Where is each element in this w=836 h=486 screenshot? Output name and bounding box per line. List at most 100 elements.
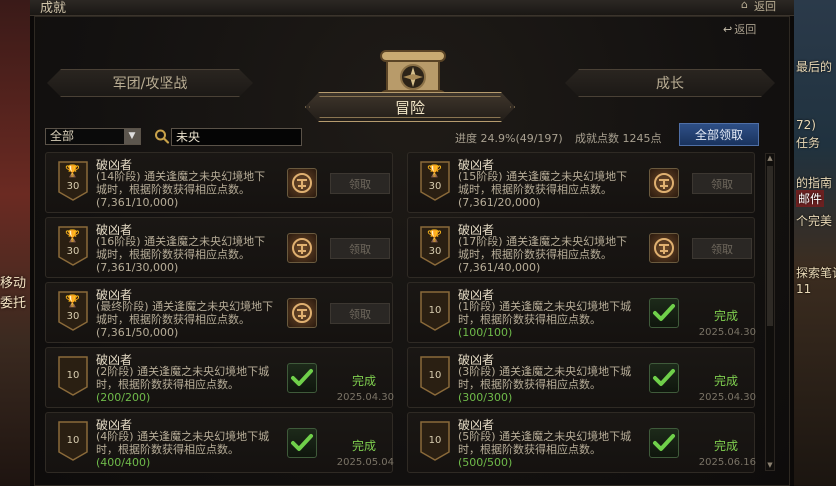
achievement-progress: (400/400) bbox=[96, 456, 151, 469]
tab-adventure[interactable]: 冒险 bbox=[305, 92, 515, 122]
scrollbar[interactable]: ▲ ▼ bbox=[765, 153, 775, 471]
achievement-card: 10 破凶者 (2阶段) 通关逢魔之未央幻境地下城时，根据阶数获得相应点数。 (200… bbox=[45, 347, 394, 408]
window-titlebar: 成就 ⌂ 返回 bbox=[30, 0, 794, 16]
return-icon: ↩ bbox=[723, 23, 733, 36]
medal-badge-icon: 🏆 30 bbox=[420, 226, 450, 266]
claim-all-button[interactable]: 全部领取 bbox=[679, 123, 759, 146]
search-icon bbox=[154, 128, 170, 145]
achievement-description: (4阶段) 通关逢魔之未央幻境地下城时，根据阶数获得相应点数。 bbox=[96, 430, 270, 456]
trophy-icon: 🏆 bbox=[65, 229, 80, 243]
category-filter-select[interactable]: 全部 ▼ bbox=[45, 128, 141, 145]
achievement-card: 🏆 30 破凶者 (15阶段) 通关逢魔之未央幻境地下城时，根据阶数获得相应点数。 (7… bbox=[407, 152, 755, 213]
achievement-progress: (300/300) bbox=[458, 391, 513, 404]
medal-badge-icon: 10 bbox=[420, 291, 450, 331]
achievement-progress: (100/100) bbox=[458, 326, 513, 339]
tab-legion[interactable]: 军团/攻坚战 bbox=[47, 69, 253, 97]
background-text: 委托 bbox=[0, 296, 27, 311]
claim-button[interactable]: 领取 bbox=[692, 238, 752, 259]
back-label: 返回 bbox=[734, 23, 757, 36]
completion-date: 2025.05.04 bbox=[336, 457, 394, 468]
chevron-down-icon[interactable]: ▼ bbox=[124, 129, 140, 144]
trophy-icon: 🏆 bbox=[427, 229, 442, 243]
back-button[interactable]: ↩ 返回 bbox=[723, 21, 756, 37]
achievement-progress: (7,361/20,000) bbox=[458, 196, 541, 209]
status-complete: 完成 bbox=[351, 439, 376, 453]
medal-points: 10 bbox=[66, 435, 80, 446]
completion-date: 2025.06.16 bbox=[698, 457, 756, 468]
completion-date: 2025.04.30 bbox=[698, 392, 756, 403]
status-complete: 完成 bbox=[713, 309, 738, 323]
reward-emblem-icon[interactable] bbox=[649, 233, 679, 263]
window-title: 成就 bbox=[40, 1, 67, 16]
status-complete: 完成 bbox=[351, 374, 376, 388]
claim-button[interactable]: 领取 bbox=[692, 173, 752, 194]
medal-badge-icon: 🏆 30 bbox=[58, 291, 88, 331]
achievement-progress: (7,361/30,000) bbox=[96, 261, 179, 274]
achievement-points: 成就点数 1245点 bbox=[575, 132, 662, 145]
tab-growth[interactable]: 成长 bbox=[565, 69, 775, 97]
medal-badge-icon: 10 bbox=[420, 356, 450, 396]
progress-text: 进度 24.9%(49/197) bbox=[455, 132, 563, 145]
window-back-button[interactable]: 返回 bbox=[754, 0, 776, 14]
trophy-icon: 🏆 bbox=[65, 294, 80, 308]
status-complete: 完成 bbox=[713, 439, 738, 453]
claim-button[interactable]: 领取 bbox=[330, 173, 390, 194]
checkmark-icon bbox=[649, 298, 679, 328]
medal-badge-icon: 10 bbox=[58, 421, 88, 461]
background-text: 11 bbox=[796, 282, 812, 296]
claim-button[interactable]: 领取 bbox=[330, 303, 390, 324]
reward-emblem-icon[interactable] bbox=[649, 168, 679, 198]
reward-emblem-icon[interactable] bbox=[287, 233, 317, 263]
medal-points: 10 bbox=[66, 370, 80, 381]
background-text: 邮件 bbox=[796, 190, 825, 207]
achievement-card: 🏆 30 破凶者 (14阶段) 通关逢魔之未央幻境地下城时，根据阶数获得相应点数。 (7… bbox=[45, 152, 393, 213]
medal-badge-icon: 10 bbox=[420, 421, 450, 461]
checkmark-icon bbox=[649, 363, 679, 393]
achievement-card: 10 破凶者 (5阶段) 通关逢魔之未央幻境地下城时，根据阶数获得相应点数。 (500… bbox=[407, 412, 756, 473]
achievement-progress: (7,361/10,000) bbox=[96, 196, 179, 209]
achievement-card: 🏆 30 破凶者 (最终阶段) 通关逢魔之未央幻境地下城时，根据阶数获得相应点数。 (7… bbox=[45, 282, 393, 343]
home-icon[interactable]: ⌂ bbox=[741, 0, 748, 11]
trophy-icon: 🏆 bbox=[427, 164, 442, 178]
checkmark-icon bbox=[287, 428, 317, 458]
achievement-description: (16阶段) 通关逢魔之未央幻境地下城时，根据阶数获得相应点数。 bbox=[96, 235, 266, 261]
medal-points: 10 bbox=[428, 305, 442, 316]
medal-points: 10 bbox=[428, 370, 442, 381]
medal-points: 30 bbox=[66, 181, 80, 192]
scroll-down-icon[interactable]: ▼ bbox=[766, 461, 774, 470]
background-right-scene: 最后的 72) 任务 的指南 邮件 个完美 探索笔记 11 bbox=[794, 0, 836, 486]
medal-points: 30 bbox=[428, 246, 442, 257]
medal-badge-icon: 🏆 30 bbox=[58, 161, 88, 201]
claim-button[interactable]: 领取 bbox=[330, 238, 390, 259]
reward-emblem-icon[interactable] bbox=[287, 168, 317, 198]
scrollbar-thumb[interactable] bbox=[767, 166, 773, 326]
medal-badge-icon: 🏆 30 bbox=[58, 226, 88, 266]
background-text: 的指南 bbox=[796, 176, 833, 190]
achievement-description: (2阶段) 通关逢魔之未央幻境地下城时，根据阶数获得相应点数。 bbox=[96, 365, 270, 391]
achievement-description: (1阶段) 通关逢魔之未央幻境地下城时，根据阶数获得相应点数。 bbox=[458, 300, 632, 326]
trophy-icon: 🏆 bbox=[65, 164, 80, 178]
checkmark-icon bbox=[649, 428, 679, 458]
achievement-card: 🏆 30 破凶者 (17阶段) 通关逢魔之未央幻境地下城时，根据阶数获得相应点数。 (7… bbox=[407, 217, 755, 278]
achievement-list: 🏆 30 破凶者 (14阶段) 通关逢魔之未央幻境地下城时，根据阶数获得相应点数。 (7… bbox=[45, 152, 757, 473]
achievement-card: 10 破凶者 (4阶段) 通关逢魔之未央幻境地下城时，根据阶数获得相应点数。 (400… bbox=[45, 412, 394, 473]
completion-date: 2025.04.30 bbox=[336, 392, 394, 403]
checkmark-icon bbox=[287, 363, 317, 393]
scroll-up-icon[interactable]: ▲ bbox=[766, 154, 774, 163]
background-text: 个完美 bbox=[796, 214, 833, 228]
reward-emblem-icon[interactable] bbox=[287, 298, 317, 328]
achievement-description: (最终阶段) 通关逢魔之未央幻境地下城时，根据阶数获得相应点数。 bbox=[96, 300, 274, 326]
background-text: 最后的 bbox=[796, 60, 833, 74]
achievement-card: 10 破凶者 (1阶段) 通关逢魔之未央幻境地下城时，根据阶数获得相应点数。 (100… bbox=[407, 282, 756, 343]
achievement-progress: (500/500) bbox=[458, 456, 513, 469]
status-complete: 完成 bbox=[713, 374, 738, 388]
background-text: 72) bbox=[796, 118, 816, 132]
medal-points: 10 bbox=[428, 435, 442, 446]
medal-points: 30 bbox=[66, 246, 80, 257]
achievement-description: (14阶段) 通关逢魔之未央幻境地下城时，根据阶数获得相应点数。 bbox=[96, 170, 266, 196]
achievement-card: 10 破凶者 (3阶段) 通关逢魔之未央幻境地下城时，根据阶数获得相应点数。 (300… bbox=[407, 347, 756, 408]
search-input[interactable]: 未央 bbox=[171, 128, 302, 146]
achievement-progress: (7,361/50,000) bbox=[96, 326, 179, 339]
achievement-description: (3阶段) 通关逢魔之未央幻境地下城时，根据阶数获得相应点数。 bbox=[458, 365, 632, 391]
completion-date: 2025.04.30 bbox=[698, 327, 756, 338]
